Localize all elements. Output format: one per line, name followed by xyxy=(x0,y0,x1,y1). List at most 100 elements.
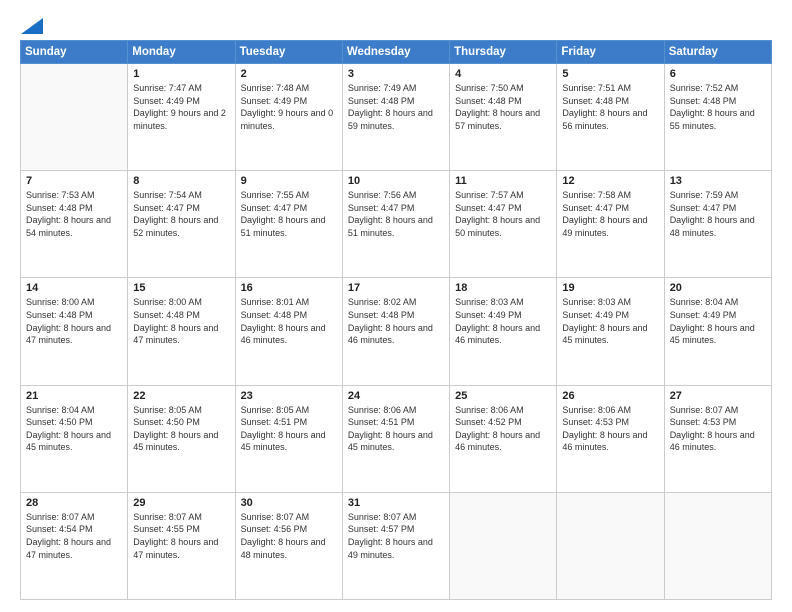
day-info: Sunrise: 8:00 AMSunset: 4:48 PMDaylight:… xyxy=(133,296,229,346)
calendar-cell: 21Sunrise: 8:04 AMSunset: 4:50 PMDayligh… xyxy=(21,385,128,492)
calendar-cell xyxy=(557,492,664,599)
calendar-cell: 14 Sunrise: 8:00 AMSunset: 4:48 PMDayligh… xyxy=(21,278,128,385)
logo-icon xyxy=(21,18,43,34)
day-number: 20 xyxy=(670,282,766,294)
day-info: Sunrise: 7:47 AMSunset: 4:49 PMDaylight:… xyxy=(133,82,229,132)
day-number: 4 xyxy=(455,68,551,80)
calendar-cell: 5 Sunrise: 7:51 AMSunset: 4:48 PMDaylight… xyxy=(557,64,664,171)
day-info: Sunrise: 8:07 AMSunset: 4:54 PMDaylight:… xyxy=(26,511,122,561)
calendar-cell: 4 Sunrise: 7:50 AMSunset: 4:48 PMDaylight… xyxy=(450,64,557,171)
page: Sunday Monday Tuesday Wednesday Thursday… xyxy=(0,0,792,612)
day-info: Sunrise: 8:07 AMSunset: 4:57 PMDaylight:… xyxy=(348,511,444,561)
day-number: 8 xyxy=(133,175,229,187)
day-info: Sunrise: 7:50 AMSunset: 4:48 PMDaylight:… xyxy=(455,82,551,132)
calendar-cell: 6 Sunrise: 7:52 AMSunset: 4:48 PMDaylight… xyxy=(664,64,771,171)
day-number: 30 xyxy=(241,497,337,509)
calendar-cell: 25 Sunrise: 8:06 AMSunset: 4:52 PMDayligh… xyxy=(450,385,557,492)
calendar-cell: 12 Sunrise: 7:58 AMSunset: 4:47 PMDayligh… xyxy=(557,171,664,278)
calendar-week-row: 28 Sunrise: 8:07 AMSunset: 4:54 PMDayligh… xyxy=(21,492,772,599)
day-number: 19 xyxy=(562,282,658,294)
header-monday: Monday xyxy=(128,41,235,64)
calendar-cell: 10Sunrise: 7:56 AMSunset: 4:47 PMDayligh… xyxy=(342,171,449,278)
calendar-cell: 23Sunrise: 8:05 AMSunset: 4:51 PMDayligh… xyxy=(235,385,342,492)
day-number: 11 xyxy=(455,175,551,187)
day-number: 31 xyxy=(348,497,444,509)
header-thursday: Thursday xyxy=(450,41,557,64)
calendar-week-row: 14 Sunrise: 8:00 AMSunset: 4:48 PMDayligh… xyxy=(21,278,772,385)
day-number: 3 xyxy=(348,68,444,80)
day-info: Sunrise: 8:02 AMSunset: 4:48 PMDaylight:… xyxy=(348,296,444,346)
day-number: 21 xyxy=(26,390,122,402)
day-number: 29 xyxy=(133,497,229,509)
calendar-cell: 3 Sunrise: 7:49 AMSunset: 4:48 PMDaylight… xyxy=(342,64,449,171)
day-number: 22 xyxy=(133,390,229,402)
day-number: 13 xyxy=(670,175,766,187)
calendar-cell: 18Sunrise: 8:03 AMSunset: 4:49 PMDayligh… xyxy=(450,278,557,385)
day-number: 28 xyxy=(26,497,122,509)
day-info: Sunrise: 8:03 AMSunset: 4:49 PMDaylight:… xyxy=(562,296,658,346)
day-info: Sunrise: 7:58 AMSunset: 4:47 PMDaylight:… xyxy=(562,189,658,239)
calendar-cell: 20 Sunrise: 8:04 AMSunset: 4:49 PMDayligh… xyxy=(664,278,771,385)
day-number: 6 xyxy=(670,68,766,80)
day-info: Sunrise: 8:04 AMSunset: 4:49 PMDaylight:… xyxy=(670,296,766,346)
day-info: Sunrise: 8:00 AMSunset: 4:48 PMDaylight:… xyxy=(26,296,122,346)
calendar-cell: 27 Sunrise: 8:07 AMSunset: 4:53 PMDayligh… xyxy=(664,385,771,492)
day-info: Sunrise: 7:53 AMSunset: 4:48 PMDaylight:… xyxy=(26,189,122,239)
day-info: Sunrise: 8:07 AMSunset: 4:55 PMDaylight:… xyxy=(133,511,229,561)
header-saturday: Saturday xyxy=(664,41,771,64)
day-info: Sunrise: 8:01 AMSunset: 4:48 PMDaylight:… xyxy=(241,296,337,346)
day-number: 12 xyxy=(562,175,658,187)
calendar-cell: 16Sunrise: 8:01 AMSunset: 4:48 PMDayligh… xyxy=(235,278,342,385)
day-info: Sunrise: 8:03 AMSunset: 4:49 PMDaylight:… xyxy=(455,296,551,346)
calendar-cell: 31 Sunrise: 8:07 AMSunset: 4:57 PMDayligh… xyxy=(342,492,449,599)
header-sunday: Sunday xyxy=(21,41,128,64)
calendar-cell xyxy=(664,492,771,599)
header-wednesday: Wednesday xyxy=(342,41,449,64)
day-info: Sunrise: 8:06 AMSunset: 4:51 PMDaylight:… xyxy=(348,404,444,454)
calendar-cell: 17 Sunrise: 8:02 AMSunset: 4:48 PMDayligh… xyxy=(342,278,449,385)
calendar-cell: 28 Sunrise: 8:07 AMSunset: 4:54 PMDayligh… xyxy=(21,492,128,599)
logo xyxy=(20,18,44,30)
day-info: Sunrise: 7:49 AMSunset: 4:48 PMDaylight:… xyxy=(348,82,444,132)
day-info: Sunrise: 7:51 AMSunset: 4:48 PMDaylight:… xyxy=(562,82,658,132)
day-info: Sunrise: 7:54 AMSunset: 4:47 PMDaylight:… xyxy=(133,189,229,239)
day-number: 27 xyxy=(670,390,766,402)
day-info: Sunrise: 7:57 AMSunset: 4:47 PMDaylight:… xyxy=(455,189,551,239)
calendar-cell xyxy=(450,492,557,599)
calendar-week-row: 1 Sunrise: 7:47 AMSunset: 4:49 PMDaylight… xyxy=(21,64,772,171)
day-number: 5 xyxy=(562,68,658,80)
calendar-cell: 7 Sunrise: 7:53 AMSunset: 4:48 PMDaylight… xyxy=(21,171,128,278)
day-info: Sunrise: 8:05 AMSunset: 4:50 PMDaylight:… xyxy=(133,404,229,454)
day-number: 1 xyxy=(133,68,229,80)
calendar-cell: 24 Sunrise: 8:06 AMSunset: 4:51 PMDayligh… xyxy=(342,385,449,492)
calendar-cell: 2Sunrise: 7:48 AMSunset: 4:49 PMDaylight… xyxy=(235,64,342,171)
day-info: Sunrise: 8:07 AMSunset: 4:56 PMDaylight:… xyxy=(241,511,337,561)
header-tuesday: Tuesday xyxy=(235,41,342,64)
day-info: Sunrise: 7:55 AMSunset: 4:47 PMDaylight:… xyxy=(241,189,337,239)
day-number: 24 xyxy=(348,390,444,402)
day-info: Sunrise: 7:48 AMSunset: 4:49 PMDaylight:… xyxy=(241,82,337,132)
day-number: 25 xyxy=(455,390,551,402)
calendar-week-row: 7 Sunrise: 7:53 AMSunset: 4:48 PMDaylight… xyxy=(21,171,772,278)
day-info: Sunrise: 7:52 AMSunset: 4:48 PMDaylight:… xyxy=(670,82,766,132)
calendar-cell: 1 Sunrise: 7:47 AMSunset: 4:49 PMDaylight… xyxy=(128,64,235,171)
weekday-header-row: Sunday Monday Tuesday Wednesday Thursday… xyxy=(21,41,772,64)
calendar-cell: 26Sunrise: 8:06 AMSunset: 4:53 PMDayligh… xyxy=(557,385,664,492)
day-info: Sunrise: 7:59 AMSunset: 4:47 PMDaylight:… xyxy=(670,189,766,239)
day-info: Sunrise: 8:06 AMSunset: 4:52 PMDaylight:… xyxy=(455,404,551,454)
calendar-cell: 22 Sunrise: 8:05 AMSunset: 4:50 PMDayligh… xyxy=(128,385,235,492)
day-number: 10 xyxy=(348,175,444,187)
day-info: Sunrise: 8:07 AMSunset: 4:53 PMDaylight:… xyxy=(670,404,766,454)
day-number: 7 xyxy=(26,175,122,187)
calendar-cell: 29 Sunrise: 8:07 AMSunset: 4:55 PMDayligh… xyxy=(128,492,235,599)
day-number: 15 xyxy=(133,282,229,294)
calendar-cell: 9 Sunrise: 7:55 AMSunset: 4:47 PMDaylight… xyxy=(235,171,342,278)
day-info: Sunrise: 8:05 AMSunset: 4:51 PMDaylight:… xyxy=(241,404,337,454)
day-number: 17 xyxy=(348,282,444,294)
day-number: 14 xyxy=(26,282,122,294)
day-info: Sunrise: 8:06 AMSunset: 4:53 PMDaylight:… xyxy=(562,404,658,454)
calendar-cell: 8 Sunrise: 7:54 AMSunset: 4:47 PMDaylight… xyxy=(128,171,235,278)
day-number: 9 xyxy=(241,175,337,187)
calendar-cell: 11 Sunrise: 7:57 AMSunset: 4:47 PMDayligh… xyxy=(450,171,557,278)
calendar-week-row: 21Sunrise: 8:04 AMSunset: 4:50 PMDayligh… xyxy=(21,385,772,492)
